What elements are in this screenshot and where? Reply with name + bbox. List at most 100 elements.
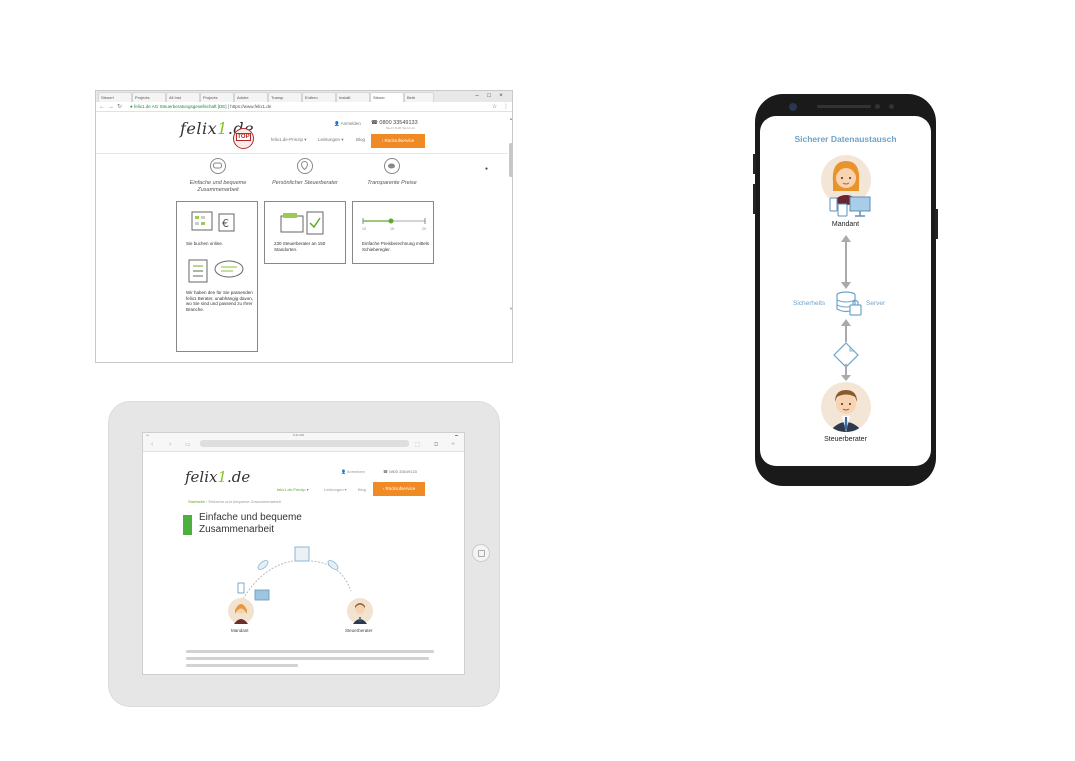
nav-leistungen[interactable]: Leistungen ▾ bbox=[324, 487, 347, 492]
server-label: Server bbox=[866, 300, 886, 307]
scroll-up-icon[interactable]: ▲ bbox=[509, 116, 512, 121]
breadcrumb-current: Einfache und bequeme Zusammenarbeit bbox=[208, 499, 281, 504]
back-icon[interactable]: ← bbox=[99, 102, 105, 112]
steuerberater-label: Steuerberater bbox=[824, 436, 867, 443]
mandant-label: Mandant bbox=[831, 221, 860, 228]
user-icon: 👤 bbox=[334, 121, 341, 126]
phone-screen: Sicherer Datenaustausch Mandant Sicherhe… bbox=[760, 116, 931, 466]
logo-word: felix bbox=[180, 119, 218, 138]
steuerberater-avatar bbox=[347, 598, 373, 624]
nav-prinzip[interactable]: felix1.de-Prinzip ▾ bbox=[277, 487, 309, 492]
browser-tab[interactable]: Steuer! bbox=[98, 92, 132, 102]
breadcrumb: Startseite › Einfache und bequeme Zusamm… bbox=[188, 499, 281, 504]
browser-tab[interactable]: Entheo bbox=[302, 92, 336, 102]
address-bar: ← → ↻ ● felix1.de AG Steuerberatungsgese… bbox=[96, 102, 512, 112]
home-button[interactable] bbox=[472, 544, 490, 562]
browser-tab[interactable]: Beitr bbox=[404, 92, 434, 102]
phone-number-label: 0800 33549133 bbox=[389, 469, 417, 474]
menu-kebab-icon[interactable]: ⋮ bbox=[503, 102, 509, 112]
login-label: Anmelden bbox=[340, 121, 361, 126]
logo-word: felix bbox=[185, 468, 218, 486]
browser-tab-active[interactable]: Steuer bbox=[370, 92, 404, 102]
nav-prinzip[interactable]: felix1.de-Prinzip ▾ bbox=[271, 137, 307, 143]
browser-tab[interactable]: Transp bbox=[268, 92, 302, 102]
maximize-icon[interactable]: □ bbox=[484, 91, 494, 101]
scroll-down-icon[interactable]: ▼ bbox=[509, 306, 512, 311]
sync-arrow-lower bbox=[841, 364, 851, 381]
scrollbar-thumb[interactable] bbox=[509, 143, 512, 177]
nav-blog[interactable]: Blog bbox=[358, 487, 366, 492]
svg-text:€: € bbox=[222, 217, 229, 230]
mandant-label: Mandant bbox=[231, 628, 249, 633]
tab-bar: Steuer! Projects All Inst Projects Adobe… bbox=[96, 91, 512, 102]
close-icon[interactable]: × bbox=[496, 91, 506, 101]
text-line bbox=[186, 650, 434, 653]
top-badge-label: TOP bbox=[236, 133, 251, 141]
nav-leistungen[interactable]: Leistungen ▾ bbox=[318, 137, 344, 143]
chat-bubble-icon bbox=[210, 158, 226, 174]
login-label: Anmelden bbox=[346, 469, 365, 474]
card-collaboration: € Sie buchen online. Wir haben den für S… bbox=[176, 201, 258, 352]
forward-icon[interactable]: › bbox=[169, 438, 171, 452]
url-field[interactable]: ● felix1.de AG Steuerberatungsgesellscha… bbox=[130, 103, 271, 111]
forward-icon[interactable]: → bbox=[108, 102, 114, 112]
browser-page: felix1.de TOP 👤 Anmelden ☎ 0800 33549133… bbox=[96, 113, 512, 362]
devices-icon bbox=[829, 196, 871, 217]
text-line bbox=[186, 657, 430, 660]
feature-title-collaboration: Einfache und bequeme Zusammenarbeit bbox=[189, 180, 247, 193]
heading-accent-bar bbox=[183, 515, 192, 535]
phone-number[interactable]: ☎ 0800 33549133 bbox=[383, 469, 417, 474]
breadcrumb-home[interactable]: Startseite bbox=[188, 499, 205, 504]
secure-server-icon bbox=[836, 291, 862, 316]
url-organization: felix1.de AG Steuerberatungsgesellschaft… bbox=[133, 104, 227, 109]
sensor-icon bbox=[875, 104, 880, 109]
cursor-dot-icon: ● bbox=[485, 166, 489, 172]
desktop-browser-mockup: Steuer! Projects All Inst Projects Adobe… bbox=[95, 90, 513, 363]
secure-exchange-title: Sicherer Datenaustausch bbox=[794, 134, 897, 144]
volume-button bbox=[753, 154, 756, 174]
card1-text2: Wir haben den für Sie passenden felix1 B… bbox=[186, 290, 254, 312]
slider-mid-label: 15 bbox=[390, 227, 394, 231]
bookmark-star-icon[interactable]: ☆ bbox=[492, 102, 497, 112]
browser-tab[interactable]: Adobe bbox=[234, 92, 268, 102]
price-slider[interactable] bbox=[361, 216, 427, 230]
home-button-square-icon bbox=[478, 550, 485, 557]
share-icon[interactable]: ⬚ bbox=[415, 438, 421, 452]
browser-tab[interactable]: All Inst bbox=[166, 92, 200, 102]
sicherheits-label: Sicherheits bbox=[793, 300, 826, 307]
top-badge: TOP bbox=[233, 128, 254, 149]
feature-title-prices: Transparente Preise bbox=[367, 180, 417, 186]
new-tab-icon[interactable]: + bbox=[451, 438, 455, 452]
callback-button[interactable]: › Rückrufservice bbox=[373, 482, 425, 496]
back-icon[interactable]: ‹ bbox=[151, 438, 153, 452]
browser-tab[interactable]: Installi bbox=[336, 92, 370, 102]
card2-text: 230 Steuerberater an 150 Standorten. bbox=[274, 241, 326, 252]
tabs-icon[interactable]: ⧉ bbox=[434, 438, 438, 452]
browser-tab[interactable]: Projects bbox=[132, 92, 166, 102]
callback-button[interactable]: › Rückrufservice bbox=[371, 134, 425, 148]
breadcrumb-separator: › bbox=[206, 499, 208, 504]
lock-icon: ● bbox=[130, 104, 133, 109]
front-camera-icon bbox=[789, 103, 797, 111]
felix1-logo[interactable]: felix1.de bbox=[185, 468, 250, 486]
nav-blog[interactable]: Blog bbox=[356, 137, 365, 142]
bookmarks-icon[interactable]: ▭ bbox=[185, 438, 191, 452]
callback-label: Rückrufservice bbox=[385, 486, 416, 491]
slider-min-label: 10 bbox=[362, 227, 366, 231]
url-field[interactable] bbox=[200, 440, 409, 447]
callback-label: Rückrufservice bbox=[384, 138, 415, 143]
login-link[interactable]: 👤 Anmelden bbox=[341, 469, 365, 474]
minimize-icon[interactable]: – bbox=[472, 91, 482, 101]
piggy-bank-icon bbox=[384, 158, 400, 174]
url-text: https://www.felix1.de bbox=[230, 104, 272, 109]
text-line bbox=[186, 664, 298, 667]
reload-icon[interactable]: ↻ bbox=[117, 102, 122, 112]
browser-tab[interactable]: Projects bbox=[200, 92, 234, 102]
card-advisors: 230 Steuerberater an 150 Standorten. bbox=[264, 201, 346, 264]
speaker-grille bbox=[817, 105, 871, 108]
phone-hours: Mo-Fr 8-18, Sa 10-14 bbox=[386, 126, 415, 130]
slider-max-label: 20 bbox=[422, 227, 426, 231]
card1-text1: Sie buchen online. bbox=[186, 241, 224, 246]
tablet-screen: 9:41 AM ••• ▬ ‹ › ▭ ⬚ ⧉ + felix1.de 👤 An… bbox=[142, 432, 465, 675]
login-link[interactable]: 👤 Anmelden bbox=[334, 121, 361, 127]
